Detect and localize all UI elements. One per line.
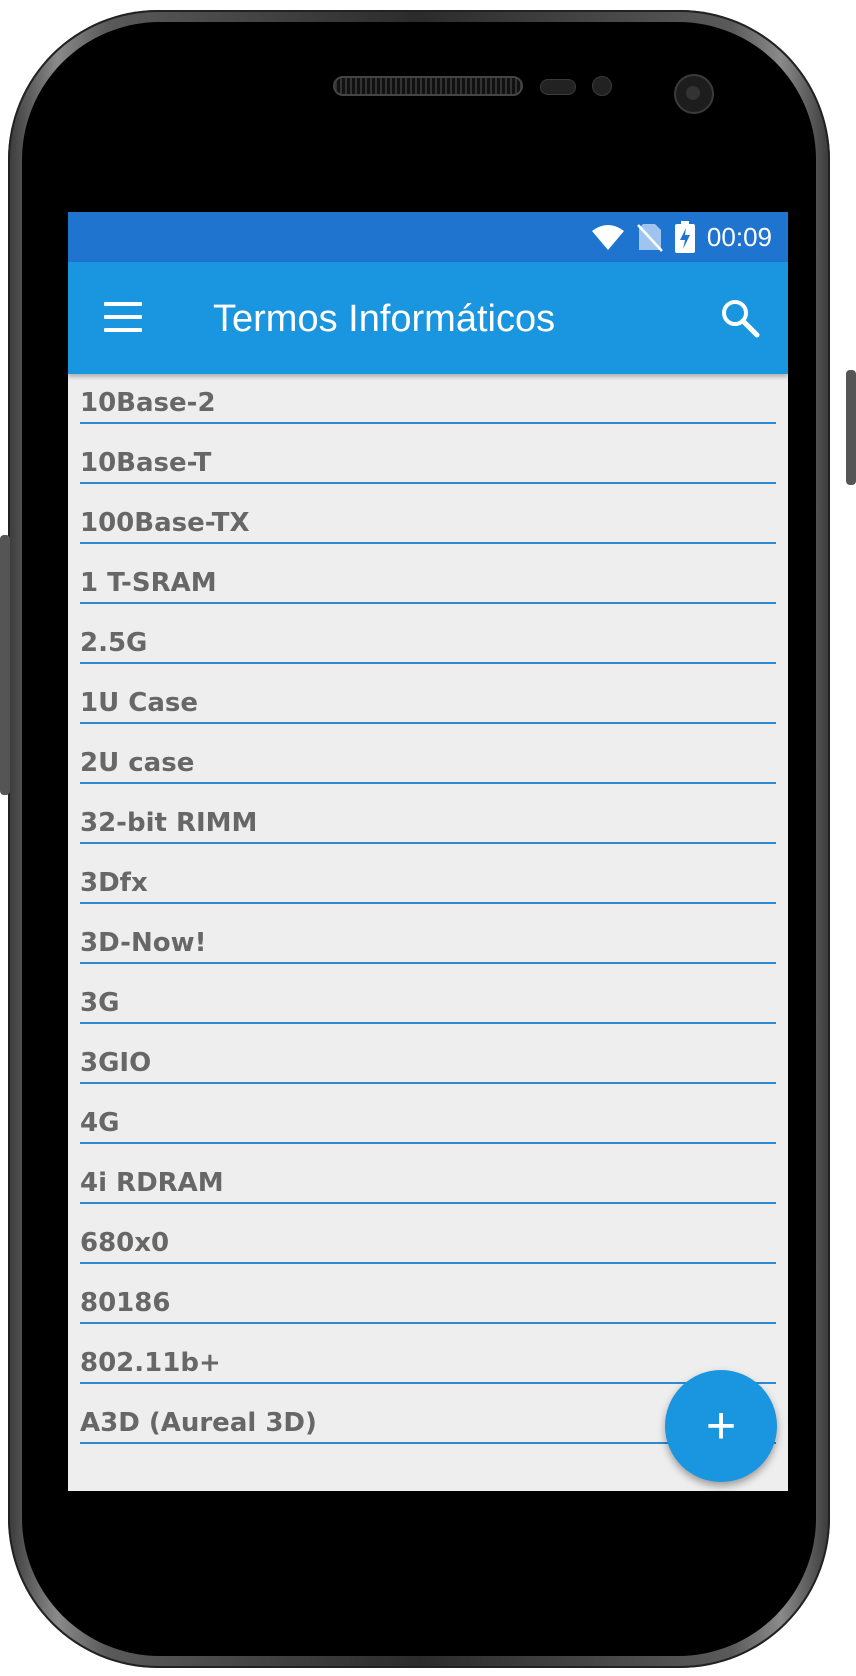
app-title: Termos Informáticos <box>213 298 556 340</box>
status-bar: 00:09 <box>68 212 788 262</box>
list-item[interactable]: 3GIO <box>80 1024 776 1084</box>
power-button <box>846 370 856 485</box>
list-item[interactable]: 4i RDRAM <box>80 1144 776 1204</box>
search-icon[interactable] <box>720 298 760 338</box>
list-item[interactable]: 3D-Now! <box>80 904 776 964</box>
status-time: 00:09 <box>706 221 772 252</box>
hamburger-menu-icon[interactable] <box>104 302 142 332</box>
list-item[interactable]: 2U case <box>80 724 776 784</box>
terms-list: 10Base-2 10Base-T 100Base-TX 1 T-SRAM 2.… <box>68 374 788 1444</box>
add-term-button[interactable]: + <box>665 1370 777 1482</box>
battery-charging-icon <box>674 221 695 253</box>
proximity-sensor <box>540 79 576 95</box>
screen: 00:09 Termos Informáticos 10Base-2 10Bas… <box>68 212 788 1491</box>
wifi-icon <box>591 225 624 250</box>
list-item[interactable]: 3Dfx <box>80 844 776 904</box>
volume-button <box>0 535 10 795</box>
list-item[interactable]: 1 T-SRAM <box>80 544 776 604</box>
list-item[interactable]: 100Base-TX <box>80 484 776 544</box>
list-item[interactable]: 680x0 <box>80 1204 776 1264</box>
list-item[interactable]: 10Base-2 <box>80 374 776 424</box>
list-item[interactable]: 80186 <box>80 1264 776 1324</box>
list-item[interactable]: 2.5G <box>80 604 776 664</box>
list-item[interactable]: 10Base-T <box>80 424 776 484</box>
no-sim-icon <box>637 224 663 252</box>
earpiece-speaker <box>333 76 523 96</box>
list-item[interactable]: 3G <box>80 964 776 1024</box>
list-item[interactable]: 32-bit RIMM <box>80 784 776 844</box>
list-item[interactable]: 4G <box>80 1084 776 1144</box>
list-item[interactable]: 1U Case <box>80 664 776 724</box>
add-icon: + <box>705 1397 737 1455</box>
list-item[interactable]: 802.11b+ <box>80 1324 776 1384</box>
light-sensor <box>592 76 612 96</box>
app-bar: Termos Informáticos <box>68 262 788 374</box>
front-camera <box>674 74 714 114</box>
